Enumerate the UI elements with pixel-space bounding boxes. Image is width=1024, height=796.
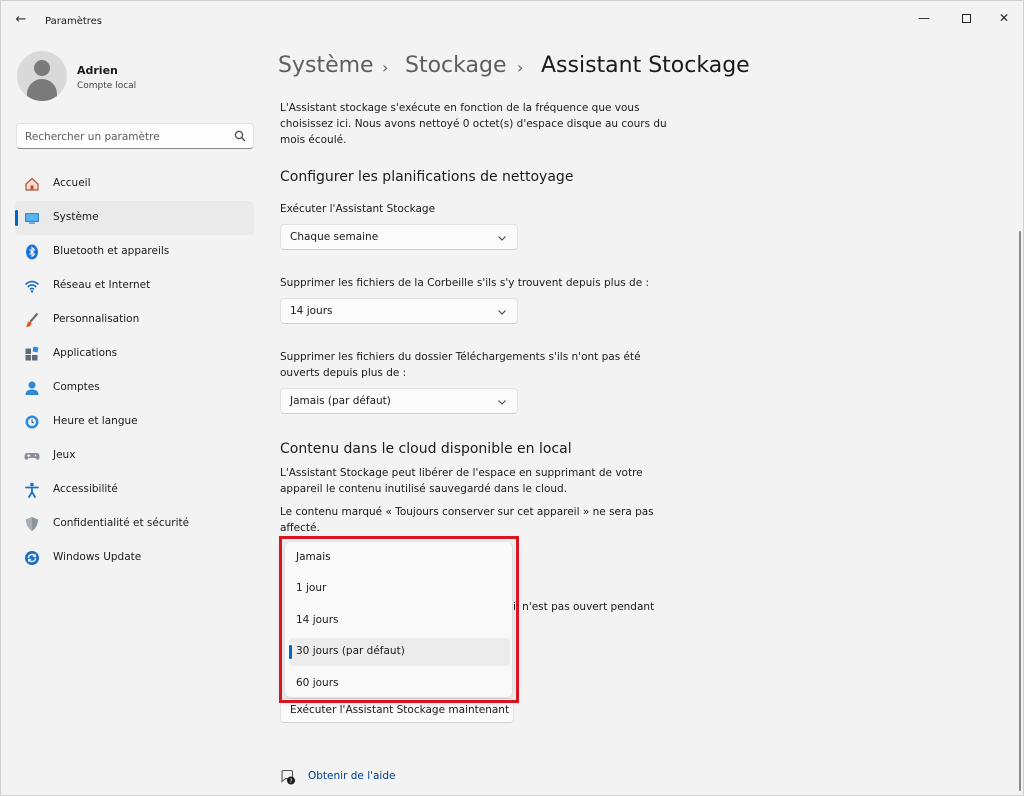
select-value: 14 jours xyxy=(290,305,333,317)
run-frequency-label: Exécuter l'Assistant Stockage xyxy=(280,203,436,215)
maximize-button[interactable] xyxy=(949,7,983,29)
accessibility-icon xyxy=(25,482,39,498)
shield-icon xyxy=(26,517,38,531)
profile-name: Adrien xyxy=(77,64,118,77)
sidebar-item-comptes[interactable]: Comptes xyxy=(15,371,254,405)
onedrive-partial-label: il n'est pas ouvert pendant xyxy=(513,601,655,613)
avatar-body-shape xyxy=(27,79,57,101)
apps-icon xyxy=(25,346,39,361)
sidebar-item-label: Jeux xyxy=(53,449,76,461)
intro-text: L'Assistant stockage s'exécute en foncti… xyxy=(280,102,667,146)
breadcrumb-separator: › xyxy=(517,58,524,77)
avatar xyxy=(17,51,67,101)
section-title-planning: Configurer les planifications de nettoya… xyxy=(280,169,574,185)
run-now-label: Exécuter l'Assistant Stockage maintenant xyxy=(290,704,510,716)
sidebar-item-windows-update[interactable]: Windows Update xyxy=(15,541,254,575)
sidebar-item-heure-langue[interactable]: Heure et langue xyxy=(15,405,254,439)
minimize-button[interactable]: — xyxy=(907,7,941,29)
sidebar-item-label: Heure et langue xyxy=(53,415,138,427)
settings-window: ← Paramètres — ✕ Adrien Compte local Acc… xyxy=(0,0,1024,796)
sidebar-item-jeux[interactable]: Jeux xyxy=(15,439,254,473)
sidebar-item-personnalisation[interactable]: Personnalisation xyxy=(15,303,254,337)
maximize-icon xyxy=(961,14,971,23)
sidebar-item-label: Confidentialité et sécurité xyxy=(53,517,190,529)
search-icon[interactable] xyxy=(234,130,246,142)
bluetooth-icon xyxy=(26,244,38,260)
system-icon xyxy=(25,213,39,224)
app-title: Paramètres xyxy=(45,16,103,27)
breadcrumb-stockage[interactable]: Stockage xyxy=(405,53,506,78)
brush-icon xyxy=(25,312,39,327)
breadcrumb-systeme[interactable]: Système xyxy=(278,53,374,78)
sidebar-item-bluetooth[interactable]: Bluetooth et appareils xyxy=(15,235,254,269)
sidebar-item-label: Accueil xyxy=(53,177,91,189)
cloud-description: L'Assistant Stockage peut libérer de l'e… xyxy=(280,467,643,495)
profile-account-type: Compte local xyxy=(77,81,137,91)
gamepad-icon xyxy=(24,453,40,460)
sidebar-item-label: Applications xyxy=(53,347,118,359)
section-title-cloud: Contenu dans le cloud disponible en loca… xyxy=(280,441,572,457)
search-input[interactable] xyxy=(25,129,225,145)
select-value: Chaque semaine xyxy=(290,231,379,243)
search-box[interactable] xyxy=(16,123,254,149)
sidebar-item-label: Réseau et Internet xyxy=(53,279,151,291)
home-icon xyxy=(25,177,39,191)
red-highlight-annotation xyxy=(279,536,519,703)
svg-text:?: ? xyxy=(289,778,292,785)
scrollbar[interactable] xyxy=(1019,231,1021,791)
recycle-bin-select[interactable]: 14 jours xyxy=(280,298,518,324)
sidebar-item-systeme[interactable]: Système xyxy=(15,201,254,235)
downloads-label: Supprimer les fichiers du dossier Téléch… xyxy=(280,351,641,379)
sidebar-item-accessibilite[interactable]: Accessibilité xyxy=(15,473,254,507)
user-profile[interactable]: Adrien Compte local xyxy=(17,51,257,103)
wifi-icon xyxy=(24,280,40,293)
update-icon xyxy=(25,551,39,565)
sidebar-item-accueil[interactable]: Accueil xyxy=(15,167,254,201)
sidebar-item-reseau[interactable]: Réseau et Internet xyxy=(15,269,254,303)
sidebar-item-label: Comptes xyxy=(53,381,100,393)
chevron-down-icon xyxy=(498,236,506,241)
close-button[interactable]: ✕ xyxy=(987,7,1021,29)
account-icon xyxy=(25,381,39,395)
downloads-select[interactable]: Jamais (par défaut) xyxy=(280,388,518,414)
run-frequency-select[interactable]: Chaque semaine xyxy=(280,224,518,250)
help-icon: ? xyxy=(281,769,295,785)
sidebar-item-label: Personnalisation xyxy=(53,313,140,325)
cloud-note: Le contenu marqué « Toujours conserver s… xyxy=(280,506,654,534)
sidebar-nav: Accueil Système Bluetooth et appareils R… xyxy=(15,167,255,575)
help-link[interactable]: Obtenir de l'aide xyxy=(308,770,395,782)
avatar-head-shape xyxy=(34,60,50,76)
clock-globe-icon xyxy=(25,415,39,429)
sidebar-item-label: Accessibilité xyxy=(53,483,118,495)
chevron-down-icon xyxy=(498,400,506,405)
chevron-down-icon xyxy=(498,310,506,315)
sidebar-item-label: Bluetooth et appareils xyxy=(53,245,170,257)
back-arrow-icon[interactable]: ← xyxy=(13,12,29,28)
recycle-bin-label: Supprimer les fichiers de la Corbeille s… xyxy=(280,277,650,289)
breadcrumb-separator: › xyxy=(382,58,389,77)
page-title: Assistant Stockage xyxy=(541,53,750,78)
sidebar-item-label: Système xyxy=(53,211,99,223)
sidebar-item-label: Windows Update xyxy=(53,551,142,563)
title-bar: ← Paramètres — ✕ xyxy=(1,1,1023,35)
sidebar-item-applications[interactable]: Applications xyxy=(15,337,254,371)
select-value: Jamais (par défaut) xyxy=(290,395,391,407)
sidebar-item-confidentialite[interactable]: Confidentialité et sécurité xyxy=(15,507,254,541)
